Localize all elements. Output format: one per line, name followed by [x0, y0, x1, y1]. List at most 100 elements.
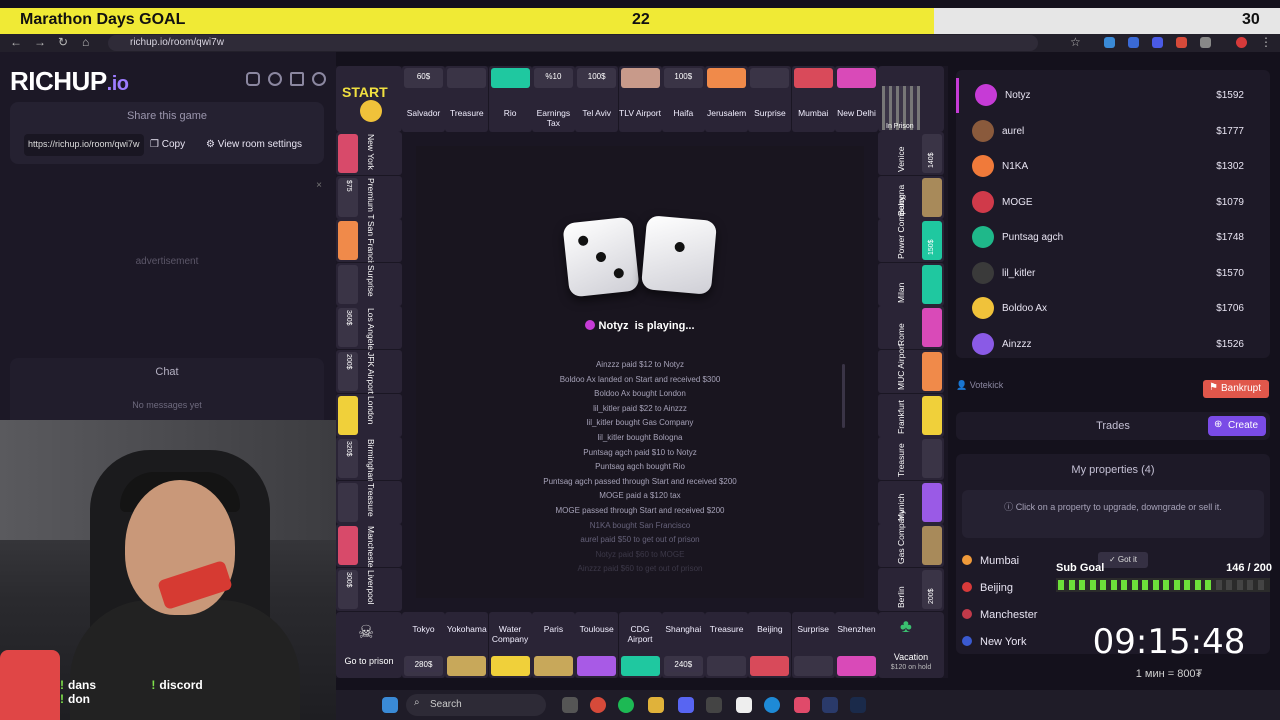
- board-tile-milan[interactable]: Milan: [878, 262, 944, 306]
- board-tile-berlin[interactable]: Berlin 200$: [878, 568, 944, 611]
- board-tile-premium-tax[interactable]: Premium Tax $75: [336, 175, 402, 227]
- share-url-field[interactable]: https://richup.io/room/qwi7w: [24, 134, 144, 156]
- board-tile-surprise[interactable]: Surprise: [748, 66, 792, 132]
- board-tile-liverpool[interactable]: Liverpool 300$: [336, 568, 402, 611]
- extension-icon[interactable]: [1152, 37, 1163, 48]
- board-tile-treasure[interactable]: Treasure: [705, 612, 749, 678]
- photoshop-icon[interactable]: [822, 697, 838, 713]
- home-icon[interactable]: ⌂: [82, 35, 89, 49]
- windows-start-icon[interactable]: [382, 697, 398, 713]
- board-tile-salvador[interactable]: 60$ Salvador: [402, 66, 445, 132]
- player-row[interactable]: MOGE $1079: [956, 185, 1270, 220]
- my-property-item[interactable]: Beijing: [962, 582, 1013, 594]
- menu-dots-icon[interactable]: ⋮: [1260, 35, 1272, 49]
- votekick-button[interactable]: 👤 Votekick: [956, 380, 1003, 391]
- go-to-prison-corner[interactable]: ☠ Go to prison: [336, 612, 402, 678]
- player-row[interactable]: Boldoo Ax $1706: [956, 291, 1270, 326]
- spotify-icon[interactable]: [618, 697, 634, 713]
- board-tile-new-delhi[interactable]: New Delhi: [835, 66, 878, 132]
- board-tile-manchester[interactable]: Manchester: [336, 524, 402, 571]
- board-tile-power-company[interactable]: Power Company 150$: [878, 196, 944, 263]
- discord-icon[interactable]: [678, 697, 694, 713]
- capcut-icon[interactable]: [706, 697, 722, 713]
- back-icon[interactable]: ←: [10, 35, 22, 49]
- board-tile-jfk-airport[interactable]: JFK Airport 200$: [336, 350, 402, 394]
- forward-icon[interactable]: →: [34, 35, 46, 49]
- app-icon[interactable]: [562, 697, 578, 713]
- extension-icon[interactable]: [1128, 37, 1139, 48]
- my-property-item[interactable]: Mumbai: [962, 555, 1019, 567]
- player-row[interactable]: Puntsag agch $1748: [956, 220, 1270, 255]
- reload-icon[interactable]: ↻: [58, 35, 68, 49]
- board-tile-haifa[interactable]: 100$ Haifa: [661, 66, 705, 132]
- chrome-icon[interactable]: [590, 697, 606, 713]
- discord-icon[interactable]: [246, 72, 260, 86]
- board-tile-frankfurt[interactable]: Frankfurt: [878, 393, 944, 437]
- board-tile-shenzhen[interactable]: Shenzhen: [835, 612, 878, 678]
- puzzle-icon[interactable]: [1200, 37, 1211, 48]
- help-icon[interactable]: [268, 72, 282, 86]
- player-row[interactable]: aurel $1777: [956, 114, 1270, 149]
- prison-corner[interactable]: In Prison: [878, 66, 944, 132]
- notion-icon[interactable]: [736, 697, 752, 713]
- board-tile-muc-airport[interactable]: MUC Airport: [878, 344, 944, 393]
- vacation-corner[interactable]: ♣ Vacation $120 on hold: [878, 612, 944, 678]
- profile-icon[interactable]: [1236, 37, 1247, 48]
- sound-icon[interactable]: [290, 72, 304, 86]
- chat-title: Chat: [155, 366, 179, 378]
- extension-icon[interactable]: [1176, 37, 1187, 48]
- board-tile-earnings-tax[interactable]: %10 Earnings Tax: [531, 66, 575, 132]
- board-tile-paris[interactable]: Paris: [531, 612, 575, 678]
- board-tile-venice[interactable]: Venice 140$: [878, 132, 944, 175]
- bookmark-star-icon[interactable]: ☆: [1070, 35, 1081, 49]
- board-tile-beijing[interactable]: Beijing: [748, 612, 792, 678]
- board-tile-new-york[interactable]: New York: [336, 132, 402, 175]
- board-tile-treasure[interactable]: Treasure: [445, 66, 489, 132]
- close-ad-icon[interactable]: ×: [316, 180, 322, 191]
- board-tile-treasure[interactable]: Treasure: [336, 480, 402, 524]
- steam-icon[interactable]: [850, 697, 866, 713]
- music-icon[interactable]: [794, 697, 810, 713]
- sub-goal-segment: [1121, 580, 1127, 590]
- board-tile-london[interactable]: London: [336, 393, 402, 437]
- board-tile-tlv-airport[interactable]: TLV Airport: [618, 66, 662, 132]
- start-corner[interactable]: START: [336, 66, 402, 132]
- board-tile-san-francisco[interactable]: San Francisco: [336, 219, 402, 276]
- board-tile-jerusalem[interactable]: Jerusalem: [705, 66, 749, 132]
- board-tile-toulouse[interactable]: Toulouse: [575, 612, 619, 678]
- board-tile-surprise[interactable]: Surprise: [791, 612, 835, 678]
- board-tile-shanghai[interactable]: Shanghai 240$: [661, 612, 705, 678]
- board-tile-los-angeles[interactable]: Los Angeles 360$: [336, 306, 402, 355]
- room-settings-button[interactable]: ⚙ View room settings: [206, 134, 324, 156]
- player-row[interactable]: N1KA $1302: [956, 149, 1270, 184]
- copy-button[interactable]: ❐ Copy: [150, 134, 202, 156]
- player-row[interactable]: lil_kitler $1570: [956, 256, 1270, 291]
- board-tile-bologna[interactable]: Bologna: [878, 175, 944, 219]
- board-tile-mumbai[interactable]: Mumbai: [791, 66, 835, 132]
- board-tile-treasure[interactable]: Treasure: [878, 437, 944, 481]
- board-tile-rome[interactable]: Rome: [878, 306, 944, 350]
- board-tile-cdg-airport[interactable]: CDG Airport: [618, 612, 662, 678]
- board-tile-rio[interactable]: Rio: [488, 66, 532, 132]
- address-bar[interactable]: richup.io/room/qwi7w: [108, 35, 1038, 51]
- board-tile-birmingham[interactable]: Birmingham 320$: [336, 437, 402, 485]
- board-tile-gas-company[interactable]: Gas Company: [878, 510, 944, 568]
- board-tile-surprise[interactable]: Surprise: [336, 262, 402, 306]
- app-icon[interactable]: [764, 697, 780, 713]
- folder-icon[interactable]: [648, 697, 664, 713]
- taskbar-search[interactable]: ⌕ Search: [406, 694, 546, 716]
- my-property-item[interactable]: New York: [962, 636, 1026, 648]
- board-tile-yokohama[interactable]: Yokohama: [445, 612, 489, 678]
- board-tile-munich[interactable]: Munich: [878, 480, 944, 524]
- extension-icon[interactable]: [1104, 37, 1115, 48]
- player-row[interactable]: Notyz $1592: [956, 78, 1270, 113]
- board-tile-water-company[interactable]: Water Company: [488, 612, 532, 678]
- bankrupt-button[interactable]: ⚑ Bankrupt: [1203, 380, 1269, 398]
- board-tile-tokyo[interactable]: Tokyo 280$: [402, 612, 445, 678]
- board-tile-tel-aviv[interactable]: 100$ Tel Aviv: [575, 66, 619, 132]
- log-scrollbar[interactable]: [842, 364, 845, 428]
- my-property-item[interactable]: Manchester: [962, 609, 1037, 621]
- search-icon[interactable]: [312, 72, 326, 86]
- player-row[interactable]: Ainzzz $1526: [956, 327, 1270, 362]
- create-trade-button[interactable]: ⊕ Create: [1208, 416, 1266, 436]
